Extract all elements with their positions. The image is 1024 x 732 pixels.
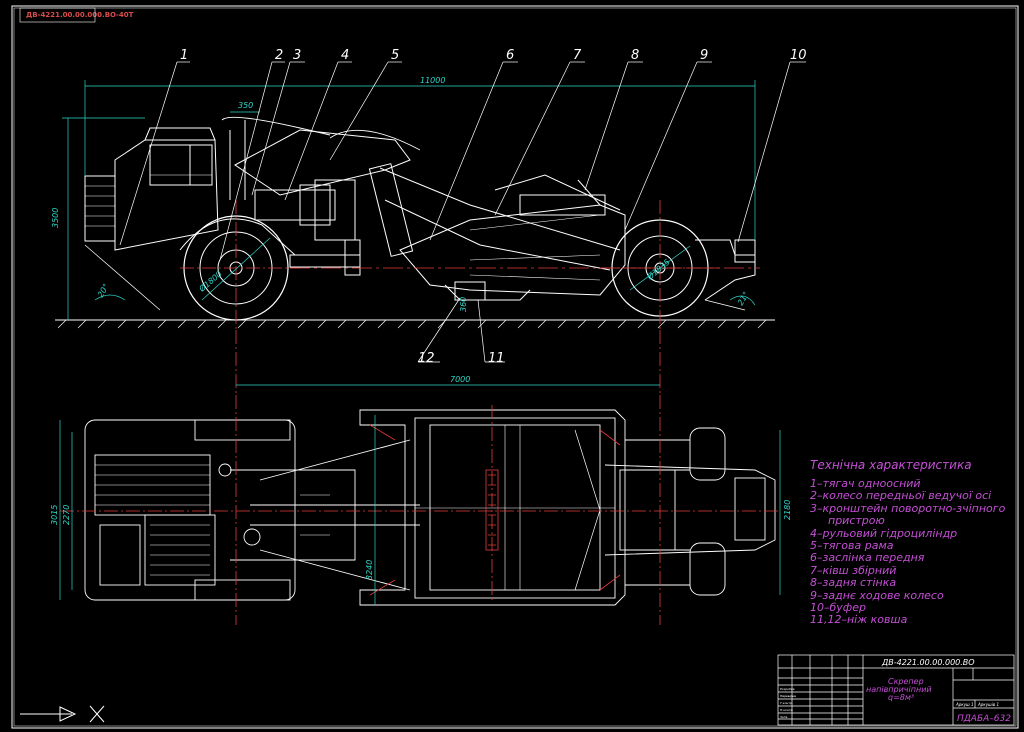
ucs-icon xyxy=(20,705,105,723)
hitch-frame xyxy=(254,189,336,221)
dim-plan-3015: 3015 xyxy=(50,505,59,525)
callout-4: 4 xyxy=(341,48,349,63)
draft-arms-plan xyxy=(259,439,411,591)
callout-9: 9 xyxy=(700,48,708,63)
tailgate-arm xyxy=(494,174,621,211)
bumper xyxy=(734,239,756,263)
side-dimensions xyxy=(62,80,756,386)
legend-title: Технічна характеристика xyxy=(810,458,972,472)
callout-7: 7 xyxy=(573,48,582,63)
draft-beam-plan xyxy=(250,504,420,526)
hoses xyxy=(221,116,331,136)
callout-leaders xyxy=(119,61,806,363)
front-wheel-plan-bottom xyxy=(194,579,291,601)
plan-dimensions xyxy=(59,415,781,605)
dim-plan-3240: 3240 xyxy=(365,560,374,580)
callout-10: 10 xyxy=(790,48,807,63)
corner-stamp-box xyxy=(19,7,96,23)
hitch-plan xyxy=(230,469,356,561)
doc-number: ДВ-4221.00.00.000.ВО xyxy=(881,658,975,667)
dim-approach-angle: 20° xyxy=(96,282,111,299)
rear-wheel-plan-top xyxy=(689,427,726,481)
plan-red-details xyxy=(369,424,621,596)
tractor-body xyxy=(114,139,219,251)
cab-window xyxy=(149,144,191,186)
callout-6: 6 xyxy=(506,48,514,63)
legend-item: пристрою xyxy=(828,514,885,528)
legend-item: 6–заслінка передня xyxy=(810,551,925,565)
bowl xyxy=(399,204,626,296)
callout-1: 1 xyxy=(180,48,188,63)
plan-view xyxy=(84,409,776,606)
callout-2: 2 xyxy=(275,48,283,63)
callout-11: 11 xyxy=(488,351,505,366)
dim-cab-offset: 350 xyxy=(238,101,253,110)
rear-frame-plan xyxy=(604,464,776,556)
dim-cut-depth: 360 xyxy=(459,297,468,312)
sheets-count: Аркушів 1 xyxy=(977,702,999,707)
pivot-bracket xyxy=(229,120,246,200)
steering-cylinder xyxy=(344,239,361,276)
legend-item: 8–задня стінка xyxy=(810,576,897,590)
dim-height: 3500 xyxy=(51,208,60,228)
tractor-plan xyxy=(84,419,296,601)
role-5: Затв. xyxy=(780,715,788,719)
callout-5: 5 xyxy=(391,48,399,63)
role-1: Розробив xyxy=(780,687,795,691)
legend-item: 2–колесо передньої ведучої осі xyxy=(810,489,992,503)
role-2: Перевірив xyxy=(780,694,796,698)
callout-3: 3 xyxy=(293,48,301,63)
dim-plan-2180: 2180 xyxy=(783,500,792,520)
dim-plan-2270: 2270 xyxy=(62,505,71,525)
bowl-cutting-edge xyxy=(444,284,531,301)
cab-door xyxy=(189,144,213,186)
bumper-plan xyxy=(734,477,766,541)
legend-list: 1–тягач одноосний 2–колесо передньої вед… xyxy=(810,477,1005,627)
plan-centerlines xyxy=(60,395,780,625)
front-wheel-plan-top xyxy=(194,419,291,441)
sheet-info: Аркуш 1 xyxy=(955,702,974,707)
legend-item: 11,12–ніж ковша xyxy=(810,613,908,627)
rear-wall-lever xyxy=(577,179,601,206)
cab-roof xyxy=(144,127,216,141)
role-3: Т.контр. xyxy=(780,701,793,705)
dim-overall-length: 11000 xyxy=(420,76,445,85)
callout-8: 8 xyxy=(631,48,639,63)
role-4: Н.контр. xyxy=(780,708,793,712)
title-line-3: q=8м³ xyxy=(888,693,914,702)
callout-12: 12 xyxy=(418,351,435,366)
dim-wheelbase: 7000 xyxy=(450,375,470,384)
rear-wall xyxy=(519,194,606,216)
side-view xyxy=(55,116,775,329)
draft-arm-upper xyxy=(379,167,621,251)
bowl-plan xyxy=(359,409,626,606)
org-code: ПДАБА–632 xyxy=(957,714,1011,724)
cab-plan xyxy=(144,514,216,586)
fuel-tank-plan xyxy=(99,524,141,586)
